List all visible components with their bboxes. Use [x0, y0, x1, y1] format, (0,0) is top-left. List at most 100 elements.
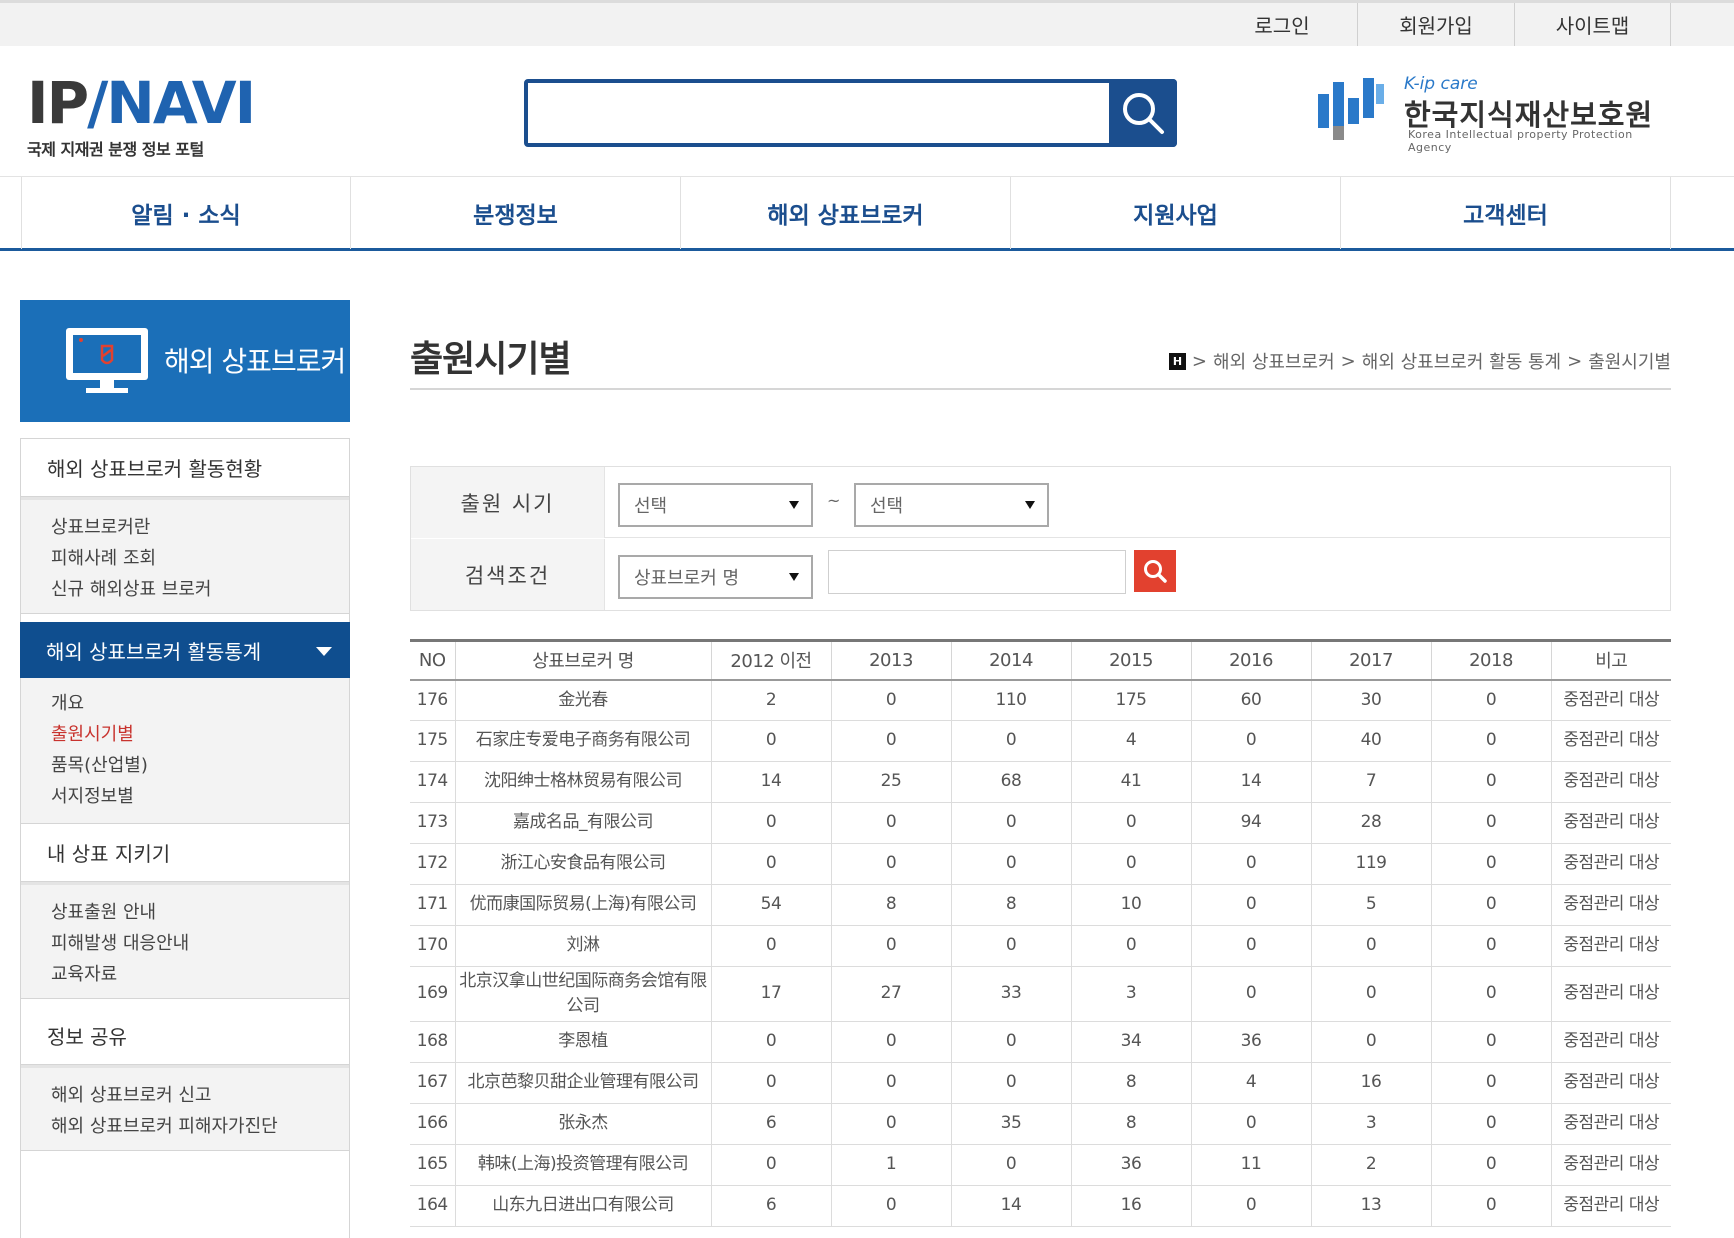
- table-cell-col-2015: 41: [1070, 761, 1191, 803]
- table-header-col-2013: 2013: [830, 639, 951, 681]
- table-cell-col-2017: 16: [1310, 1062, 1431, 1104]
- table-cell-col-2014: 0: [950, 1062, 1071, 1104]
- table-cell-col-2013: 25: [830, 761, 951, 803]
- sidebar-item-report-broker[interactable]: 해외 상표브로커 신고: [51, 1080, 349, 1111]
- filter-row-period: 출원 시기 선택 ~ 선택: [411, 467, 1670, 538]
- home-icon[interactable]: H: [1168, 352, 1186, 370]
- table-cell-col-broker-name[interactable]: 优而康国际贸易(上海)有限公司: [454, 884, 711, 926]
- table-cell-col-broker-name[interactable]: 嘉成名品_有限公司: [454, 802, 711, 844]
- table-cell-col-2014: 0: [950, 1021, 1071, 1063]
- sitemap-link[interactable]: 사이트맵: [1514, 3, 1671, 46]
- join-link[interactable]: 회원가입: [1357, 3, 1514, 46]
- table-cell-col-2016: 36: [1190, 1021, 1311, 1063]
- utility-bar: 로그인 회원가입 사이트맵: [0, 0, 1734, 46]
- table-cell-col-pre-2012: 0: [710, 1021, 831, 1063]
- table-cell-col-broker-name[interactable]: 山东九日进出口有限公司: [454, 1185, 711, 1227]
- table-cell-col-2018: 0: [1430, 1021, 1551, 1063]
- table-cell-col-note: 중점관리 대상: [1550, 720, 1671, 762]
- table-cell-col-note: 중점관리 대상: [1550, 802, 1671, 844]
- nav-support[interactable]: 지원사업: [1010, 177, 1340, 249]
- table-cell-col-no: 174: [410, 761, 455, 803]
- search-icon: [1123, 93, 1164, 134]
- table-row: 170 刘淋 0 0 0 0 0 0 0 중점관리 대상: [410, 925, 1671, 967]
- table-cell-col-2018: 0: [1430, 802, 1551, 844]
- period-from-value: 선택: [634, 496, 668, 517]
- table-cell-col-broker-name[interactable]: 张永杰: [454, 1103, 711, 1145]
- nav-trademark-broker[interactable]: 해외 상표브로커: [680, 177, 1010, 249]
- table-cell-col-2017: 28: [1310, 802, 1431, 844]
- sidebar-item-education[interactable]: 교육자료: [51, 959, 349, 990]
- table-cell-col-broker-name[interactable]: 石家庄专爱电子商务有限公司: [454, 720, 711, 762]
- global-search-input[interactable]: [528, 83, 1108, 143]
- period-from-select[interactable]: 선택: [618, 483, 813, 527]
- table-cell-col-broker-name[interactable]: 李恩植: [454, 1021, 711, 1063]
- kipa-logo[interactable]: K-ip care 한국지식재산보호원 Korea Intellectual p…: [1316, 74, 1676, 154]
- table-cell-col-broker-name[interactable]: 刘淋: [454, 925, 711, 967]
- sidebar-item-by-bibliographic[interactable]: 서지정보별: [51, 781, 349, 812]
- table-cell-col-no: 176: [410, 679, 455, 721]
- table-row: 164 山东九日进出口有限公司 6 0 14 16 0 13 0 중점관리 대상: [410, 1185, 1671, 1227]
- nav-customer-center[interactable]: 고객센터: [1340, 177, 1671, 249]
- table-cell-col-pre-2012: 0: [710, 802, 831, 844]
- table-header-col-2014: 2014: [950, 639, 1071, 681]
- table-cell-col-note: 중점관리 대상: [1550, 966, 1671, 1022]
- sidebar-item-new-brokers[interactable]: 신규 해외상표 브로커: [51, 574, 349, 605]
- table-row: 171 优而康国际贸易(上海)有限公司 54 8 8 10 0 5 0 중점관리 대상: [410, 884, 1671, 926]
- breadcrumb-item-current[interactable]: 출원시기별: [1588, 348, 1671, 374]
- table-cell-col-no: 166: [410, 1103, 455, 1145]
- global-search-button[interactable]: [1109, 79, 1177, 147]
- table-cell-col-2015: 36: [1070, 1144, 1191, 1186]
- sidebar-item-overview[interactable]: 개요: [51, 688, 349, 719]
- filing-period-table: NO 상표브로커 명 2012 이전 2013 2014 2015 2016 2017 2018…: [410, 639, 1671, 1227]
- sidebar-cat-protect-trademark[interactable]: 내 상표 지키기: [21, 824, 349, 882]
- table-cell-col-pre-2012: 17: [710, 966, 831, 1022]
- table-cell-col-broker-name[interactable]: 北京汉拿山世纪国际商务会馆有限公司: [454, 966, 711, 1022]
- table-cell-col-2015: 8: [1070, 1103, 1191, 1145]
- table-cell-col-pre-2012: 54: [710, 884, 831, 926]
- sidebar-cat-activity-status[interactable]: 해외 상표브로커 활동현황: [21, 439, 349, 497]
- breadcrumb-item-stats[interactable]: 해외 상표브로커 활동 통계: [1362, 348, 1561, 374]
- table-cell-col-broker-name[interactable]: 浙江心安食品有限公司: [454, 843, 711, 885]
- condition-select[interactable]: 상표브로커 명: [618, 555, 813, 599]
- sidebar-cat-activity-stats[interactable]: 해외 상표브로커 활동통계: [20, 622, 350, 678]
- table-cell-col-2015: 16: [1070, 1185, 1191, 1227]
- table-cell-col-2014: 0: [950, 925, 1071, 967]
- table-cell-col-2017: 2: [1310, 1144, 1431, 1186]
- keyword-input[interactable]: [828, 550, 1126, 594]
- breadcrumb-sep: >: [1191, 350, 1208, 372]
- sidebar-item-self-diagnosis[interactable]: 해외 상표브로커 피해자가진단: [51, 1111, 349, 1142]
- table-cell-col-pre-2012: 14: [710, 761, 831, 803]
- table-cell-col-2016: 0: [1190, 720, 1311, 762]
- nav-dispute-info[interactable]: 분쟁정보: [350, 177, 680, 249]
- period-to-select[interactable]: 선택: [854, 483, 1049, 527]
- sidebar-item-by-industry[interactable]: 품목(산업별): [51, 750, 349, 781]
- table-cell-col-broker-name[interactable]: 沈阳绅士格林贸易有限公司: [454, 761, 711, 803]
- table-cell-col-broker-name[interactable]: 北京芭黎贝甜企业管理有限公司: [454, 1062, 711, 1104]
- table-cell-col-pre-2012: 0: [710, 1144, 831, 1186]
- table-cell-col-2015: 0: [1070, 843, 1191, 885]
- sidebar-subgroup-activity-stats: 개요 출원시기별 품목(산업별) 서지정보별: [21, 678, 349, 824]
- table-cell-col-2016: 60: [1190, 679, 1311, 721]
- filter-search-button[interactable]: [1134, 550, 1176, 592]
- global-search: [524, 79, 1177, 147]
- kipa-bars-icon: [1318, 78, 1384, 140]
- table-cell-col-2016: 0: [1190, 1103, 1311, 1145]
- sidebar-item-damage-cases[interactable]: 피해사례 조회: [51, 543, 349, 574]
- dropdown-arrow-icon: [1025, 501, 1035, 509]
- sidebar-item-by-filing-period[interactable]: 출원시기별: [51, 719, 349, 750]
- table-cell-col-broker-name[interactable]: 金光春: [454, 679, 711, 721]
- ip-navi-logo[interactable]: IP/NAVI 국제 지재권 분쟁 정보 포털: [27, 72, 256, 159]
- sidebar-cat-info-share[interactable]: 정보 공유: [21, 1007, 349, 1065]
- table-cell-col-2013: 0: [830, 802, 951, 844]
- table-cell-col-broker-name[interactable]: 韩味(上海)投资管理有限公司: [454, 1144, 711, 1186]
- nav-news[interactable]: 알림 · 소식: [21, 177, 350, 249]
- sidebar-item-damage-response[interactable]: 피해발생 대응안내: [51, 928, 349, 959]
- sidebar-item-broker-intro[interactable]: 상표브로커란: [51, 512, 349, 543]
- breadcrumb-item-broker[interactable]: 해외 상표브로커: [1213, 348, 1335, 374]
- table-cell-col-note: 중점관리 대상: [1550, 1185, 1671, 1227]
- table-row: 174 沈阳绅士格林贸易有限公司 14 25 68 41 14 7 0 중점관리 대상: [410, 761, 1671, 803]
- table-cell-col-2015: 10: [1070, 884, 1191, 926]
- table-cell-col-2014: 35: [950, 1103, 1071, 1145]
- sidebar-item-filing-guide[interactable]: 상표출원 안내: [51, 897, 349, 928]
- login-link[interactable]: 로그인: [1207, 3, 1357, 46]
